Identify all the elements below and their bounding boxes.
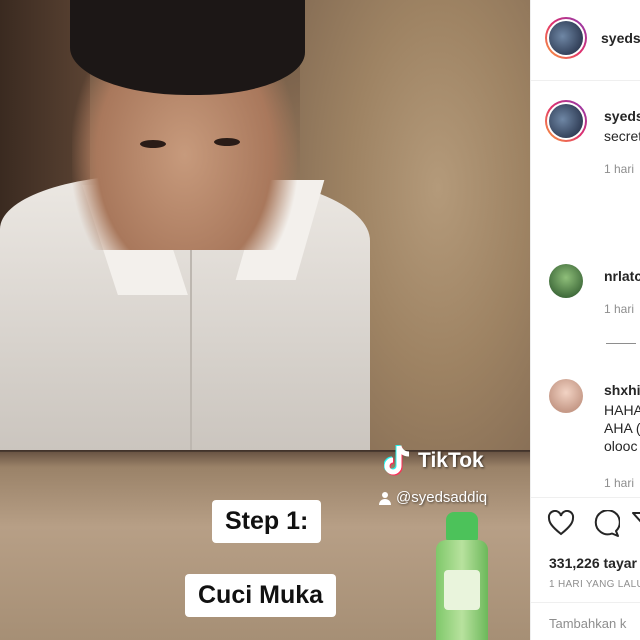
tiktok-brand-text: TikTok — [418, 449, 484, 472]
soap-bottle — [436, 512, 488, 640]
comment-text-line: HAHA — [604, 402, 640, 418]
tiktok-handle: @syedsaddiq — [378, 489, 487, 506]
heart-icon[interactable] — [547, 510, 575, 536]
post-header: syeds — [531, 0, 640, 81]
author-avatar[interactable] — [545, 17, 587, 59]
caption-avatar[interactable] — [545, 100, 587, 142]
tiktok-logo-icon — [383, 444, 414, 478]
header-username[interactable]: syeds — [601, 30, 640, 46]
add-comment-field[interactable]: Tambahkan k — [531, 602, 640, 640]
share-icon[interactable] — [631, 510, 640, 538]
caption-username[interactable]: syeds — [604, 108, 640, 124]
comment-username[interactable]: nrlatc — [604, 268, 640, 284]
likes-count[interactable]: 331,226 tayar — [549, 555, 637, 571]
subject-hair — [70, 0, 305, 95]
comment-text-line: AHA ( — [604, 420, 640, 436]
tiktok-handle-text: @syedsaddiq — [396, 489, 488, 506]
person-icon — [379, 491, 391, 505]
tiktok-watermark: TikTok — [383, 444, 484, 478]
comment-username[interactable]: shxhi — [604, 382, 640, 398]
post-media-video[interactable]: TikTok @syedsaddiq Step 1: Cuci Muka — [0, 0, 530, 640]
caption-text: secret — [604, 128, 640, 144]
caption-time[interactable]: 1 hari — [604, 162, 634, 176]
add-comment-placeholder: Tambahkan k — [549, 616, 627, 631]
commenter-avatar[interactable] — [549, 264, 583, 298]
post-date[interactable]: 1 HARI YANG LALU — [549, 579, 640, 590]
post-sidebar: syeds syeds secret 1 hari nrlatc 1 hari … — [530, 0, 640, 640]
comment-icon[interactable] — [592, 510, 620, 538]
video-caption-action: Cuci Muka — [185, 574, 337, 617]
commenter-avatar[interactable] — [549, 379, 583, 413]
subject-eye-left — [140, 140, 166, 148]
comment-text-line: olooc — [604, 438, 638, 454]
comment-time[interactable]: 1 hari — [604, 302, 634, 316]
shirt-placket — [190, 240, 192, 460]
subject-eye-right — [214, 138, 240, 146]
comment-time[interactable]: 1 hari — [604, 476, 634, 490]
video-caption-step: Step 1: — [212, 500, 322, 543]
view-replies-line[interactable] — [606, 343, 636, 344]
